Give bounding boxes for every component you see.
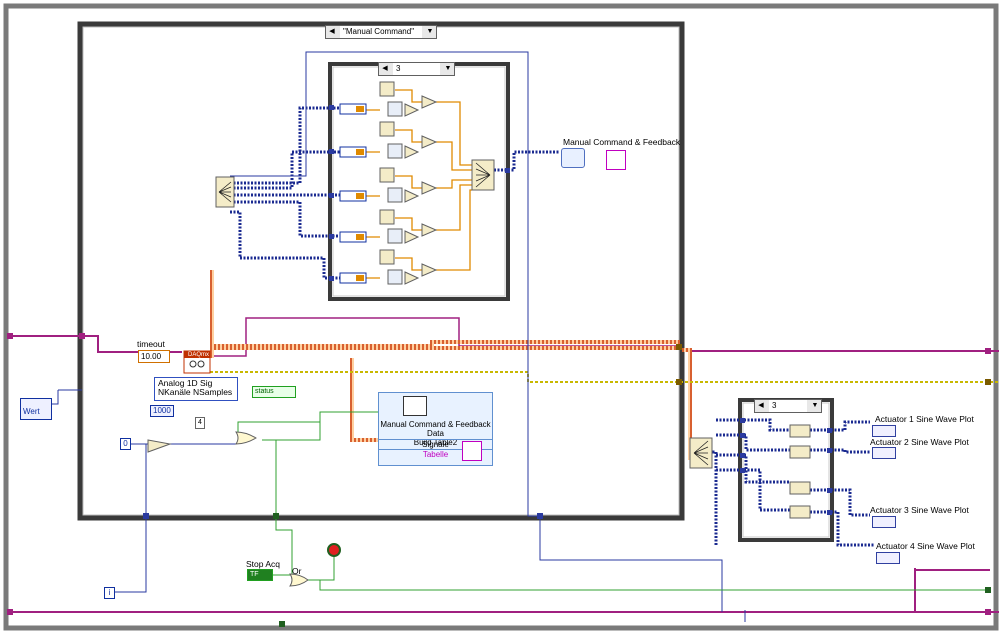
- stop-condition-icon[interactable]: [327, 543, 341, 557]
- wert-control[interactable]: Wert: [20, 398, 52, 420]
- tunnel: [79, 333, 85, 339]
- tunnel: [537, 513, 543, 519]
- table-indicator[interactable]: [606, 150, 626, 170]
- divide-node-row[interactable]: [404, 95, 438, 285]
- block-diagram: [3, 3, 999, 631]
- wert-label: Wert: [23, 407, 40, 416]
- actuator1-plot[interactable]: [872, 425, 896, 437]
- index-node-row-right[interactable]: [789, 424, 811, 519]
- equal-node[interactable]: [147, 439, 172, 453]
- tunnel: [985, 379, 991, 385]
- table-indicator-2[interactable]: [462, 441, 482, 461]
- actuator1-label: Actuator 1 Sine Wave Plot: [875, 414, 974, 424]
- tunnel: [985, 587, 991, 593]
- chevron-down-icon[interactable]: ▼: [809, 400, 821, 412]
- timeout-field[interactable]: 10.00: [138, 350, 170, 363]
- stop-acq-label: Stop Acq: [246, 559, 281, 569]
- status-label: status: [255, 388, 274, 395]
- tunnel: [329, 149, 334, 154]
- actuator3-label: Actuator 3 Sine Wave Plot: [870, 505, 969, 515]
- tunnel: [676, 379, 682, 385]
- decrement-icon[interactable]: ◀: [755, 400, 767, 412]
- tunnel: [985, 348, 991, 354]
- daqmx-label: DAQmx: [188, 352, 209, 358]
- right-selector-value: 3: [769, 400, 807, 412]
- stop-acq-button[interactable]: TF: [247, 569, 273, 581]
- tunnel: [505, 168, 510, 173]
- iteration-terminal[interactable]: i: [104, 587, 115, 599]
- tunnel: [740, 433, 745, 438]
- actuator4-plot[interactable]: [876, 552, 900, 564]
- analog-line-2: NKanäle NSamples: [158, 387, 233, 397]
- inner-case-selector[interactable]: ◀ 3 ▼: [378, 62, 455, 76]
- inner-selector-value: 3: [393, 63, 440, 75]
- table-node[interactable]: [561, 148, 585, 168]
- tunnel: [7, 333, 13, 339]
- tunnel: [329, 105, 334, 110]
- tunnel: [740, 453, 745, 458]
- build-array-node[interactable]: [471, 159, 495, 191]
- tunnel: [676, 344, 682, 350]
- tunnel: [740, 468, 745, 473]
- build-table-icon: [403, 396, 427, 416]
- manual-cmd-feedback-label: Manual Command & Feedback: [563, 137, 681, 147]
- status-indicator[interactable]: status: [252, 386, 296, 398]
- tunnel: [827, 488, 832, 493]
- tunnel: [827, 510, 832, 515]
- decrement-icon[interactable]: ◀: [326, 26, 338, 38]
- build-array-node[interactable]: [215, 176, 235, 208]
- actuator4-label: Actuator 4 Sine Wave Plot: [876, 541, 975, 551]
- tunnel: [827, 428, 832, 433]
- right-case-selector[interactable]: ◀ 3 ▼: [754, 399, 822, 413]
- or-node[interactable]: [235, 431, 257, 445]
- while-loop-frame[interactable]: [3, 3, 999, 631]
- zero-constant[interactable]: 0: [120, 438, 131, 450]
- tunnel: [273, 513, 279, 519]
- tunnel: [329, 193, 334, 198]
- case-selector[interactable]: ◀ "Manual Command" ▼: [325, 25, 437, 39]
- tunnel: [329, 234, 334, 239]
- tunnel: [827, 448, 832, 453]
- decrement-icon[interactable]: ◀: [379, 63, 391, 75]
- tunnel: [279, 621, 285, 627]
- tunnel: [7, 609, 13, 615]
- case-selector-value: "Manual Command": [340, 26, 422, 38]
- tunnel: [985, 609, 991, 615]
- actuator2-plot[interactable]: [872, 447, 896, 459]
- build-table-title-1: Manual Command & Feedback Data: [380, 420, 491, 438]
- build-array-node[interactable]: [689, 437, 713, 469]
- chevron-down-icon[interactable]: ▼: [442, 63, 454, 75]
- tunnel: [143, 513, 149, 519]
- four-constant[interactable]: 4: [195, 417, 205, 429]
- for-loop-frame-right[interactable]: [738, 398, 834, 542]
- timeout-label: timeout: [137, 339, 165, 349]
- actuator3-plot[interactable]: [872, 516, 896, 528]
- chevron-down-icon[interactable]: ▼: [424, 26, 436, 38]
- samples-constant[interactable]: 1000: [150, 405, 174, 417]
- actuator2-label: Actuator 2 Sine Wave Plot: [870, 437, 969, 447]
- or-label: Or: [292, 566, 302, 576]
- tunnel: [329, 276, 334, 281]
- analog-mode-ring[interactable]: Analog 1D Sig NKanäle NSamples: [154, 377, 238, 401]
- tunnel: [740, 418, 745, 423]
